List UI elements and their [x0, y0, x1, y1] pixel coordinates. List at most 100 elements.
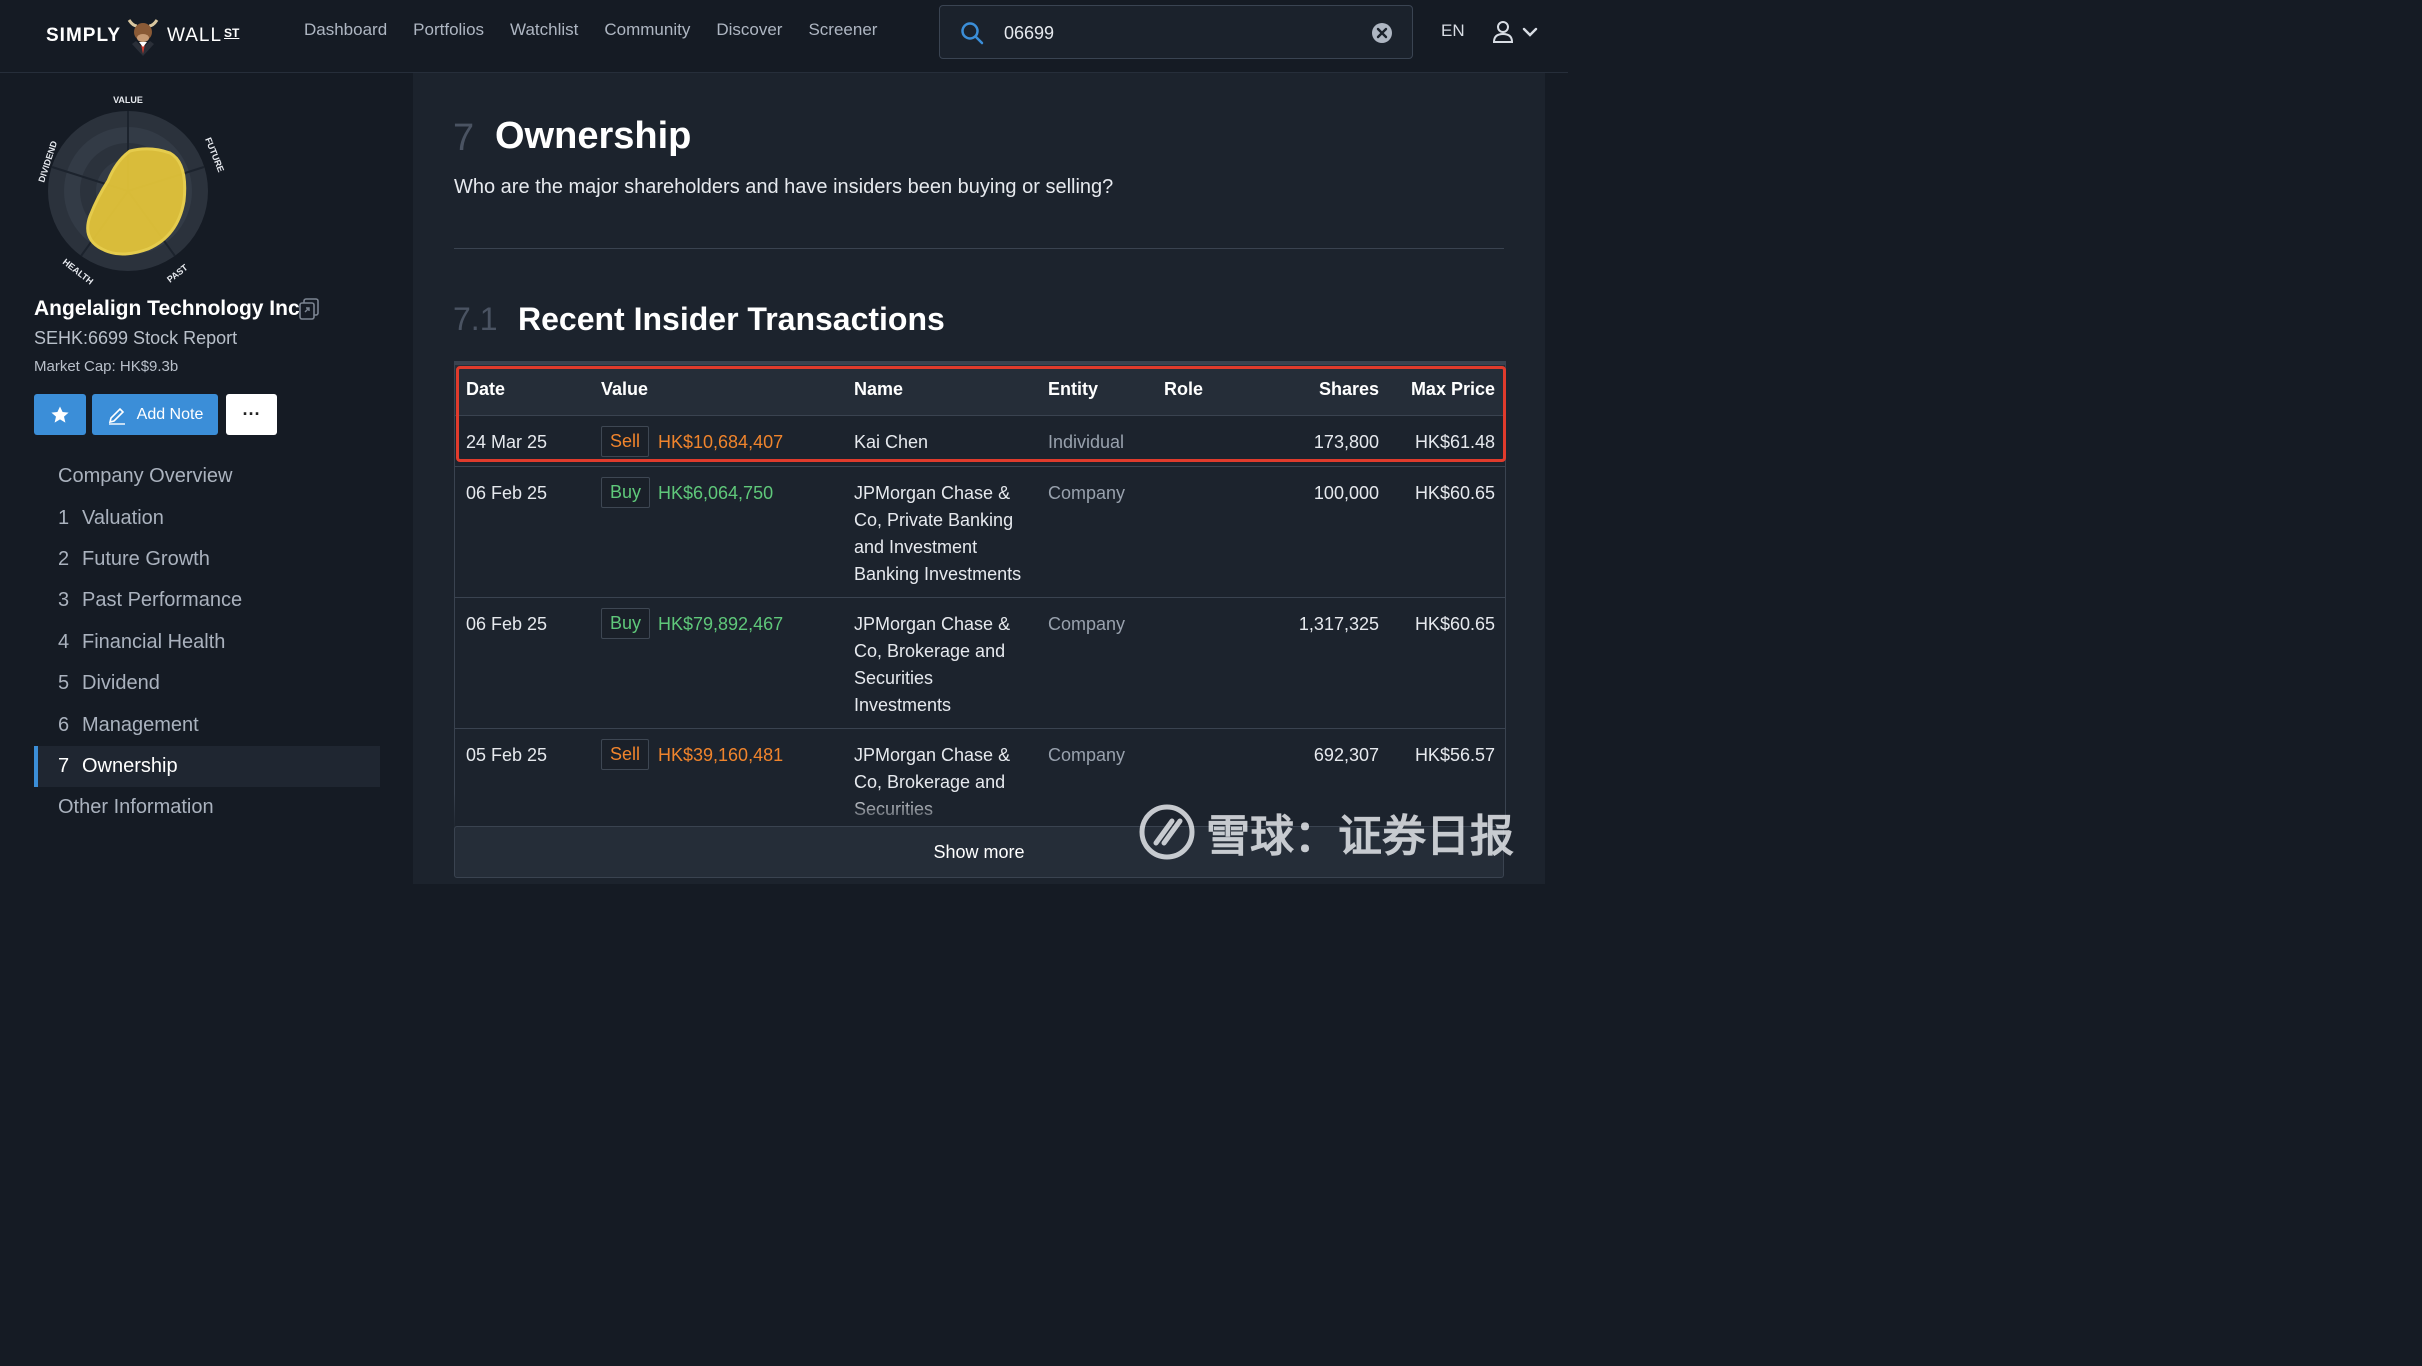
toc-item-other-information[interactable]: Other Information: [34, 787, 380, 828]
logo-text-wall: WALL: [167, 25, 223, 46]
row-value: HK$6,064,750: [658, 483, 774, 503]
nav-discover[interactable]: Discover: [716, 20, 782, 40]
toc-item-number: 1: [58, 506, 70, 529]
row-entity: Company: [1048, 745, 1126, 765]
user-icon: [1492, 21, 1514, 43]
more-options-button[interactable]: ···: [226, 394, 277, 435]
row-date: 06 Feb 25: [466, 483, 548, 503]
row-shares: 1,317,325: [1298, 614, 1379, 634]
header-role[interactable]: Role: [1164, 379, 1203, 400]
toc-item-dividend[interactable]: 5 Dividend: [34, 663, 380, 704]
watchlist-star-button[interactable]: [34, 394, 86, 435]
table-header-row: Date Value Name Entity Role Shares Max P…: [455, 362, 1505, 415]
row-entity: Individual: [1048, 432, 1125, 452]
logo-text-simply: SIMPLY: [46, 25, 121, 46]
toc-item-past-performance[interactable]: 3 Past Performance: [34, 580, 380, 621]
row-max-price: HK$56.57: [1414, 745, 1495, 765]
snowflake-score-chart[interactable]: VALUE FUTURE PAST HEALTH DIVIDEND: [30, 91, 230, 291]
search-input[interactable]: [1002, 18, 1346, 48]
table-row[interactable]: 06 Feb 25 Buy HK$6,064,750 JPMorgan Chas…: [455, 466, 1505, 597]
row-shares: 100,000: [1313, 483, 1379, 503]
buy-badge: Buy: [601, 608, 651, 639]
row-name: JPMorgan Chase & Co, Brokerage and Secur…: [854, 614, 1011, 715]
snowflake-label-past: PAST: [165, 262, 190, 285]
toc-item-company-overview[interactable]: Company Overview: [34, 456, 380, 497]
row-entity: Company: [1048, 614, 1126, 634]
nav-portfolios[interactable]: Portfolios: [413, 20, 484, 40]
user-menu[interactable]: [1492, 20, 1538, 44]
toc-item-label: Other Information: [58, 796, 214, 819]
row-entity: Company: [1048, 483, 1126, 503]
header-name[interactable]: Name: [854, 379, 903, 400]
stock-ticker: SEHK:6699 Stock Report: [34, 328, 238, 348]
clear-search-icon[interactable]: [1371, 22, 1393, 44]
buy-badge: Buy: [601, 477, 651, 508]
row-value: HK$39,160,481: [658, 745, 784, 765]
search-icon[interactable]: [960, 21, 984, 45]
section-title: Ownership: [495, 115, 692, 157]
row-shares: 692,307: [1313, 745, 1379, 765]
section-divider: [454, 248, 1504, 249]
bull-mascot-icon: [127, 19, 159, 56]
nav-screener[interactable]: Screener: [808, 20, 877, 40]
toc-item-number: 5: [58, 672, 70, 695]
toc-item-label: Ownership: [82, 754, 178, 777]
pencil-icon: [108, 407, 125, 425]
section-subtitle: Who are the major shareholders and have …: [454, 176, 1114, 198]
sidebar: VALUE FUTURE PAST HEALTH DIVIDEND Angela…: [0, 73, 412, 884]
header-date[interactable]: Date: [466, 379, 505, 400]
search-box: [939, 5, 1413, 59]
nav-watchlist[interactable]: Watchlist: [510, 20, 578, 40]
toc-item-ownership[interactable]: 7 Ownership: [34, 745, 380, 788]
header-max-price[interactable]: Max Price: [1411, 379, 1495, 400]
toc-item-financial-health[interactable]: 4 Financial Health: [34, 622, 380, 663]
toc-item-label: Past Performance: [82, 589, 243, 612]
logo-text-st: ST: [224, 26, 240, 40]
toc-item-number: 2: [58, 547, 70, 570]
table-row[interactable]: 24 Mar 25 Sell HK$10,684,407 Kai Chen In…: [455, 415, 1505, 466]
snowflake-label-future: FUTURE: [203, 136, 226, 174]
toc-item-number: 4: [58, 630, 70, 653]
toc-item-label: Financial Health: [82, 630, 226, 653]
row-date: 05 Feb 25: [466, 745, 548, 765]
sell-badge: Sell: [601, 739, 650, 770]
snowball-logo-icon: [1139, 804, 1195, 860]
snowflake-label-value: VALUE: [113, 95, 143, 105]
table-of-contents: Company Overview 1 Valuation 2 Future Growth…: [34, 456, 380, 829]
toc-item-valuation[interactable]: 1 Valuation: [34, 497, 380, 538]
table-row[interactable]: 06 Feb 25 Buy HK$79,892,467 JPMorgan Cha…: [455, 597, 1505, 728]
star-icon: [51, 406, 69, 423]
main-content: 7 Ownership Who are the major shareholde…: [413, 73, 1545, 884]
nav-dashboard[interactable]: Dashboard: [304, 20, 387, 40]
row-max-price: HK$61.48: [1414, 432, 1495, 452]
toc-item-label: Management: [82, 713, 199, 736]
add-note-label: Add Note: [136, 405, 204, 423]
toc-item-label: Company Overview: [58, 465, 233, 488]
toc-item-number: 7: [58, 754, 70, 777]
watermark: 雪球：证券日报: [1138, 800, 1514, 864]
simply-wall-st-logo[interactable]: SIMPLY WALL ST: [46, 14, 239, 58]
sell-badge: Sell: [601, 426, 650, 457]
header-entity[interactable]: Entity: [1048, 379, 1098, 400]
main-nav-links: Dashboard Portfolios Watchlist Community…: [304, 20, 877, 40]
action-buttons: Add Note ···: [34, 394, 277, 435]
subsection-title: Recent Insider Transactions: [518, 301, 945, 337]
toc-item-management[interactable]: 6 Management: [34, 704, 380, 745]
header-value[interactable]: Value: [601, 379, 648, 400]
language-selector[interactable]: EN: [1441, 21, 1465, 41]
nav-community[interactable]: Community: [604, 20, 690, 40]
link-copy-icon[interactable]: [298, 297, 320, 321]
row-date: 24 Mar 25: [466, 432, 548, 452]
toc-item-number: 3: [58, 589, 70, 612]
watermark-text: 雪球：证券日报: [1206, 812, 1514, 861]
add-note-button[interactable]: Add Note: [92, 394, 218, 435]
subsection-number: 7.1: [453, 301, 498, 337]
top-navigation-bar: SIMPLY WALL ST Dashboard Portfolios Watc…: [0, 0, 1568, 73]
toc-item-future-growth[interactable]: 2 Future Growth: [34, 539, 380, 580]
row-max-price: HK$60.65: [1414, 483, 1495, 503]
market-cap: Market Cap: HK$9.3b: [34, 358, 179, 375]
row-value: HK$79,892,467: [658, 614, 784, 634]
section-number: 7: [453, 117, 475, 159]
header-shares[interactable]: Shares: [1319, 379, 1379, 400]
toc-item-label: Valuation: [82, 506, 164, 529]
